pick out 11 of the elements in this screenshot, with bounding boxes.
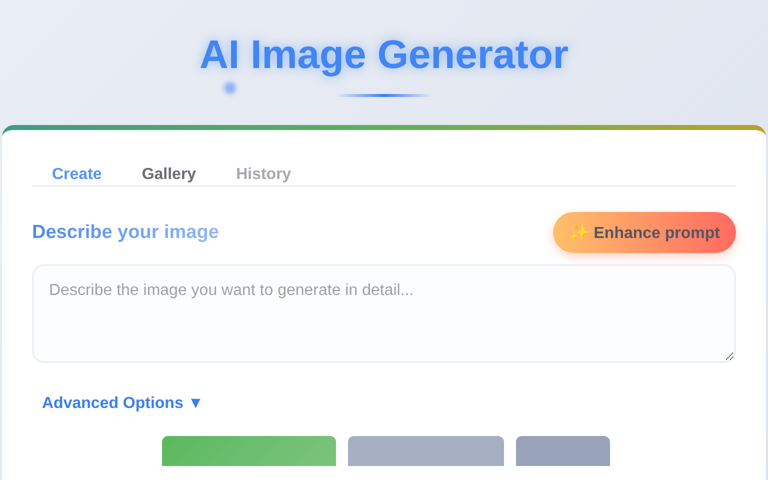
tab[interactable]: Gallery — [122, 156, 216, 187]
enhance-prompt-button[interactable]: ✨ Enhance prompt — [553, 212, 736, 253]
app-title: AI Image Generator — [199, 33, 568, 78]
action-button[interactable] — [348, 436, 504, 466]
action-button[interactable] — [516, 436, 610, 466]
glow-dot — [224, 82, 236, 94]
prompt-field[interactable]: Describe the image you want to generate in detail... — [32, 264, 736, 363]
advanced-options-toggle[interactable]: Advanced Options ▼ — [42, 393, 204, 415]
action-button[interactable] — [162, 436, 336, 466]
section-label: Describe your image — [32, 222, 219, 244]
tab[interactable]: Create — [32, 156, 122, 187]
